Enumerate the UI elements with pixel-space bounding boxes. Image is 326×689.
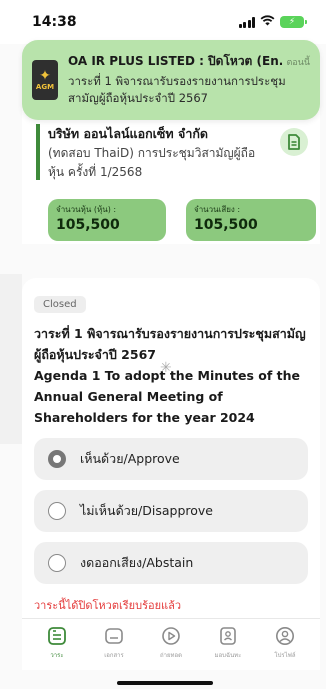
meeting-accent-bar	[36, 124, 40, 180]
bottom-tab-bar: วาระ เอกสาร ถ่ายทอด มอบฉันทะ โปรไฟล์	[22, 618, 320, 670]
agenda-title-thai: วาระที่ 1 พิจารณารับรองรายงานการประชุมสา…	[34, 326, 306, 362]
tab-broadcast[interactable]: ถ่ายทอด	[144, 625, 198, 670]
company-name: บริษัท ออนไลน์แอกเซ็ท จำกัด	[48, 126, 209, 141]
signal-icon	[238, 16, 255, 28]
agenda-card: Closed วาระที่ 1 พิจารณารับรองรายงานการป…	[22, 278, 320, 628]
vote-option-label: ไม่เห็นด้วย/Disapprove	[80, 503, 213, 518]
profile-icon	[274, 625, 296, 647]
votes-value: 105,500	[194, 217, 258, 233]
votes-stat: จำนวนเสียง : 105,500	[186, 199, 316, 241]
meeting-description: (ทดสอบ ThaiD) การประชุมวิสามัญผู้ถือหุ้น…	[48, 146, 256, 179]
agenda-icon	[46, 625, 68, 647]
meeting-card: บริษัท ออนไลน์แอกเซ็ท จำกัด (ทดสอบ ThaiD…	[22, 104, 320, 244]
vote-option-label: เห็นด้วย/Approve	[80, 451, 180, 466]
vote-option-label: งดออกเสียง/Abstain	[80, 555, 194, 570]
status-bar: 14:38 ⚡	[0, 0, 326, 44]
shares-label: จำนวนหุ้น (หุ้น) :	[56, 205, 117, 214]
background-panel	[0, 44, 22, 689]
vote-option-approve[interactable]: เห็นด้วย/Approve	[34, 438, 308, 480]
document-icon	[103, 625, 125, 647]
section-divider	[0, 244, 326, 274]
wifi-icon	[260, 15, 275, 29]
home-indicator	[117, 681, 213, 685]
vote-option-abstain[interactable]: งดออกเสียง/Abstain	[34, 542, 308, 584]
status-icons: ⚡	[238, 15, 307, 29]
notification-title: OA IR PLUS LISTED : ปิดโหวต (En...	[68, 54, 283, 68]
shares-value: 105,500	[56, 217, 120, 233]
tab-label: โปรไฟล์	[274, 652, 296, 659]
battery-charging-icon: ⚡	[280, 16, 307, 28]
tab-profile[interactable]: โปรไฟล์	[258, 625, 312, 670]
background-band	[0, 244, 22, 444]
play-icon	[160, 625, 182, 647]
agm-logo: ✦ AGM	[32, 60, 58, 100]
radio-icon[interactable]	[48, 554, 66, 572]
push-notification[interactable]: ✦ AGM OA IR PLUS LISTED : ปิดโหวต (En...…	[22, 40, 320, 120]
votes-label: จำนวนเสียง :	[194, 205, 241, 214]
seal-icon: ✦	[39, 68, 51, 84]
tab-documents[interactable]: เอกสาร	[87, 625, 141, 670]
vote-closed-note: วาระนี้ได้ปิดโหวตเรียบร้อยแล้ว	[34, 599, 182, 612]
radio-icon[interactable]	[48, 502, 66, 520]
proxy-icon	[217, 625, 239, 647]
agm-logo-text: AGM	[35, 83, 55, 91]
meeting-document-button[interactable]	[280, 128, 308, 156]
tab-label: ถ่ายทอด	[160, 652, 182, 659]
tab-label: เอกสาร	[104, 652, 124, 659]
document-icon	[288, 134, 300, 150]
shares-stat: จำนวนหุ้น (หุ้น) : 105,500	[48, 199, 166, 241]
status-badge: Closed	[34, 296, 86, 313]
vote-option-disapprove[interactable]: ไม่เห็นด้วย/Disapprove	[34, 490, 308, 532]
tab-agenda[interactable]: วาระ	[30, 625, 84, 670]
notification-body: OA IR PLUS LISTED : ปิดโหวต (En... ตอนนี…	[68, 52, 310, 110]
tab-proxy[interactable]: มอบฉันทะ	[201, 625, 255, 670]
loading-spinner-icon: ✳	[160, 360, 172, 376]
radio-icon[interactable]	[48, 450, 66, 468]
notification-text: วาระที่ 1 พิจารณารับรองรายงานการประชุมสา…	[68, 74, 286, 105]
status-time: 14:38	[32, 14, 77, 30]
tab-label: มอบฉันทะ	[214, 652, 242, 659]
tab-label: วาระ	[50, 652, 64, 659]
notification-time: ตอนนี้	[286, 58, 310, 68]
notification-header: OA IR PLUS LISTED : ปิดโหวต (En... ตอนนี…	[68, 52, 310, 71]
